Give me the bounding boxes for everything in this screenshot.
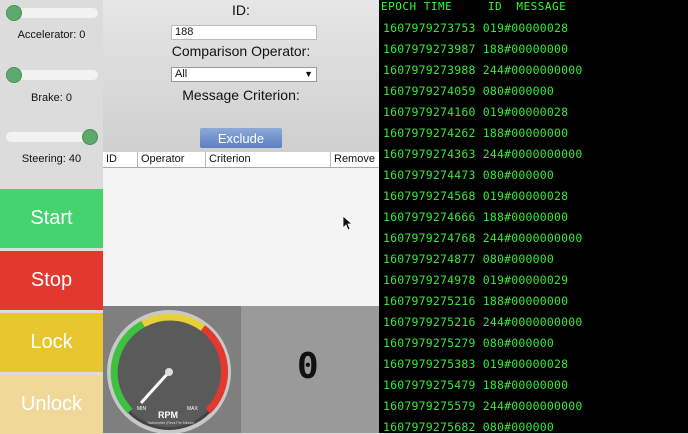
rpm-gauge: MIN MAX RPM Tachometer (Revs Per Minute): [107, 310, 231, 433]
log-line: 1607979274978 019#00000029: [383, 273, 569, 287]
console-header: EPOCH TIME ID MESSAGE: [381, 0, 567, 13]
brake-label: Brake: 0: [31, 92, 72, 104]
rpm-min-label: MIN: [137, 406, 147, 412]
table-header: ID Operator Criterion Remove: [103, 152, 379, 168]
speed-readout: 0: [297, 346, 319, 387]
log-line: 1607979274473 080#000000: [383, 168, 554, 182]
log-line: 1607979274262 188#00000000: [383, 126, 569, 140]
brake-slider[interactable]: [6, 67, 98, 83]
accelerator-label: Accelerator: 0: [17, 29, 86, 41]
rpm-subtitle: Tachometer (Revs Per Minute): [147, 421, 194, 425]
log-line: 1607979274768 244#0000000000: [383, 231, 583, 245]
rpm-gauge-panel: MIN MAX RPM Tachometer (Revs Per Minute): [103, 306, 241, 433]
filter-table: ID Operator Criterion Remove: [103, 152, 379, 306]
lock-button[interactable]: Lock: [0, 313, 103, 372]
column-header-remove: Remove: [330, 152, 379, 167]
mouse-cursor-icon: [342, 215, 354, 236]
log-line: 1607979275479 188#00000000: [383, 378, 569, 392]
accelerator-slider[interactable]: [6, 5, 98, 21]
log-line: 1607979275216 188#00000000: [383, 294, 569, 308]
chevron-down-icon: ▼: [304, 69, 313, 79]
log-line: 1607979273987 188#00000000: [383, 42, 569, 56]
stop-button[interactable]: Stop: [0, 251, 103, 310]
log-line: 1607979274363 244#0000000000: [383, 147, 583, 161]
operator-label: Comparison Operator:: [171, 43, 311, 59]
rpm-label: RPM: [158, 410, 178, 420]
log-line: 1607979274877 080#000000: [383, 252, 554, 266]
log-line: 1607979275383 019#00000028: [383, 357, 569, 371]
operator-selected-value: All: [175, 68, 188, 80]
log-line: 1607979274160 019#00000028: [383, 105, 569, 119]
filter-panel: ID: 188 Comparison Operator: All ▼ Messa…: [103, 0, 379, 152]
accelerator-slider-thumb[interactable]: [6, 5, 22, 21]
column-header-operator: Operator: [137, 152, 205, 167]
steering-label: Steering: 40: [21, 153, 82, 165]
brake-slider-thumb[interactable]: [6, 67, 22, 83]
steering-slider-thumb[interactable]: [82, 129, 98, 145]
id-input[interactable]: 188: [171, 25, 317, 40]
log-line: 1607979273988 244#0000000000: [383, 63, 583, 77]
rpm-max-label: MAX: [187, 406, 199, 412]
column-header-criterion: Criterion: [205, 152, 330, 167]
column-header-id: ID: [106, 153, 117, 165]
log-line: 1607979274059 080#000000: [383, 84, 554, 98]
control-panel: Accelerator: 0 Brake: 0 Steering: 40 Sta…: [0, 0, 103, 434]
start-button[interactable]: Start: [0, 189, 103, 248]
can-message-console[interactable]: EPOCH TIME ID MESSAGE 1607979273753 019#…: [379, 0, 688, 433]
steering-slider[interactable]: [6, 129, 98, 145]
operator-select[interactable]: All ▼: [171, 67, 317, 82]
log-line: 1607979275682 080#000000: [383, 420, 554, 433]
speed-panel: 0: [241, 306, 379, 433]
log-line: 1607979275579 244#0000000000: [383, 399, 583, 413]
log-line: 1607979274666 188#00000000: [383, 210, 569, 224]
log-line: 1607979275279 080#000000: [383, 336, 554, 350]
unlock-button[interactable]: Unlock: [0, 375, 103, 434]
log-line: 1607979274568 019#00000028: [383, 189, 569, 203]
criterion-label: Message Criterion:: [182, 87, 300, 103]
log-line: 1607979275216 244#0000000000: [383, 315, 583, 329]
id-label: ID:: [232, 2, 250, 18]
exclude-button[interactable]: Exclude: [200, 128, 282, 148]
log-line: 1607979273753 019#00000028: [383, 21, 569, 35]
